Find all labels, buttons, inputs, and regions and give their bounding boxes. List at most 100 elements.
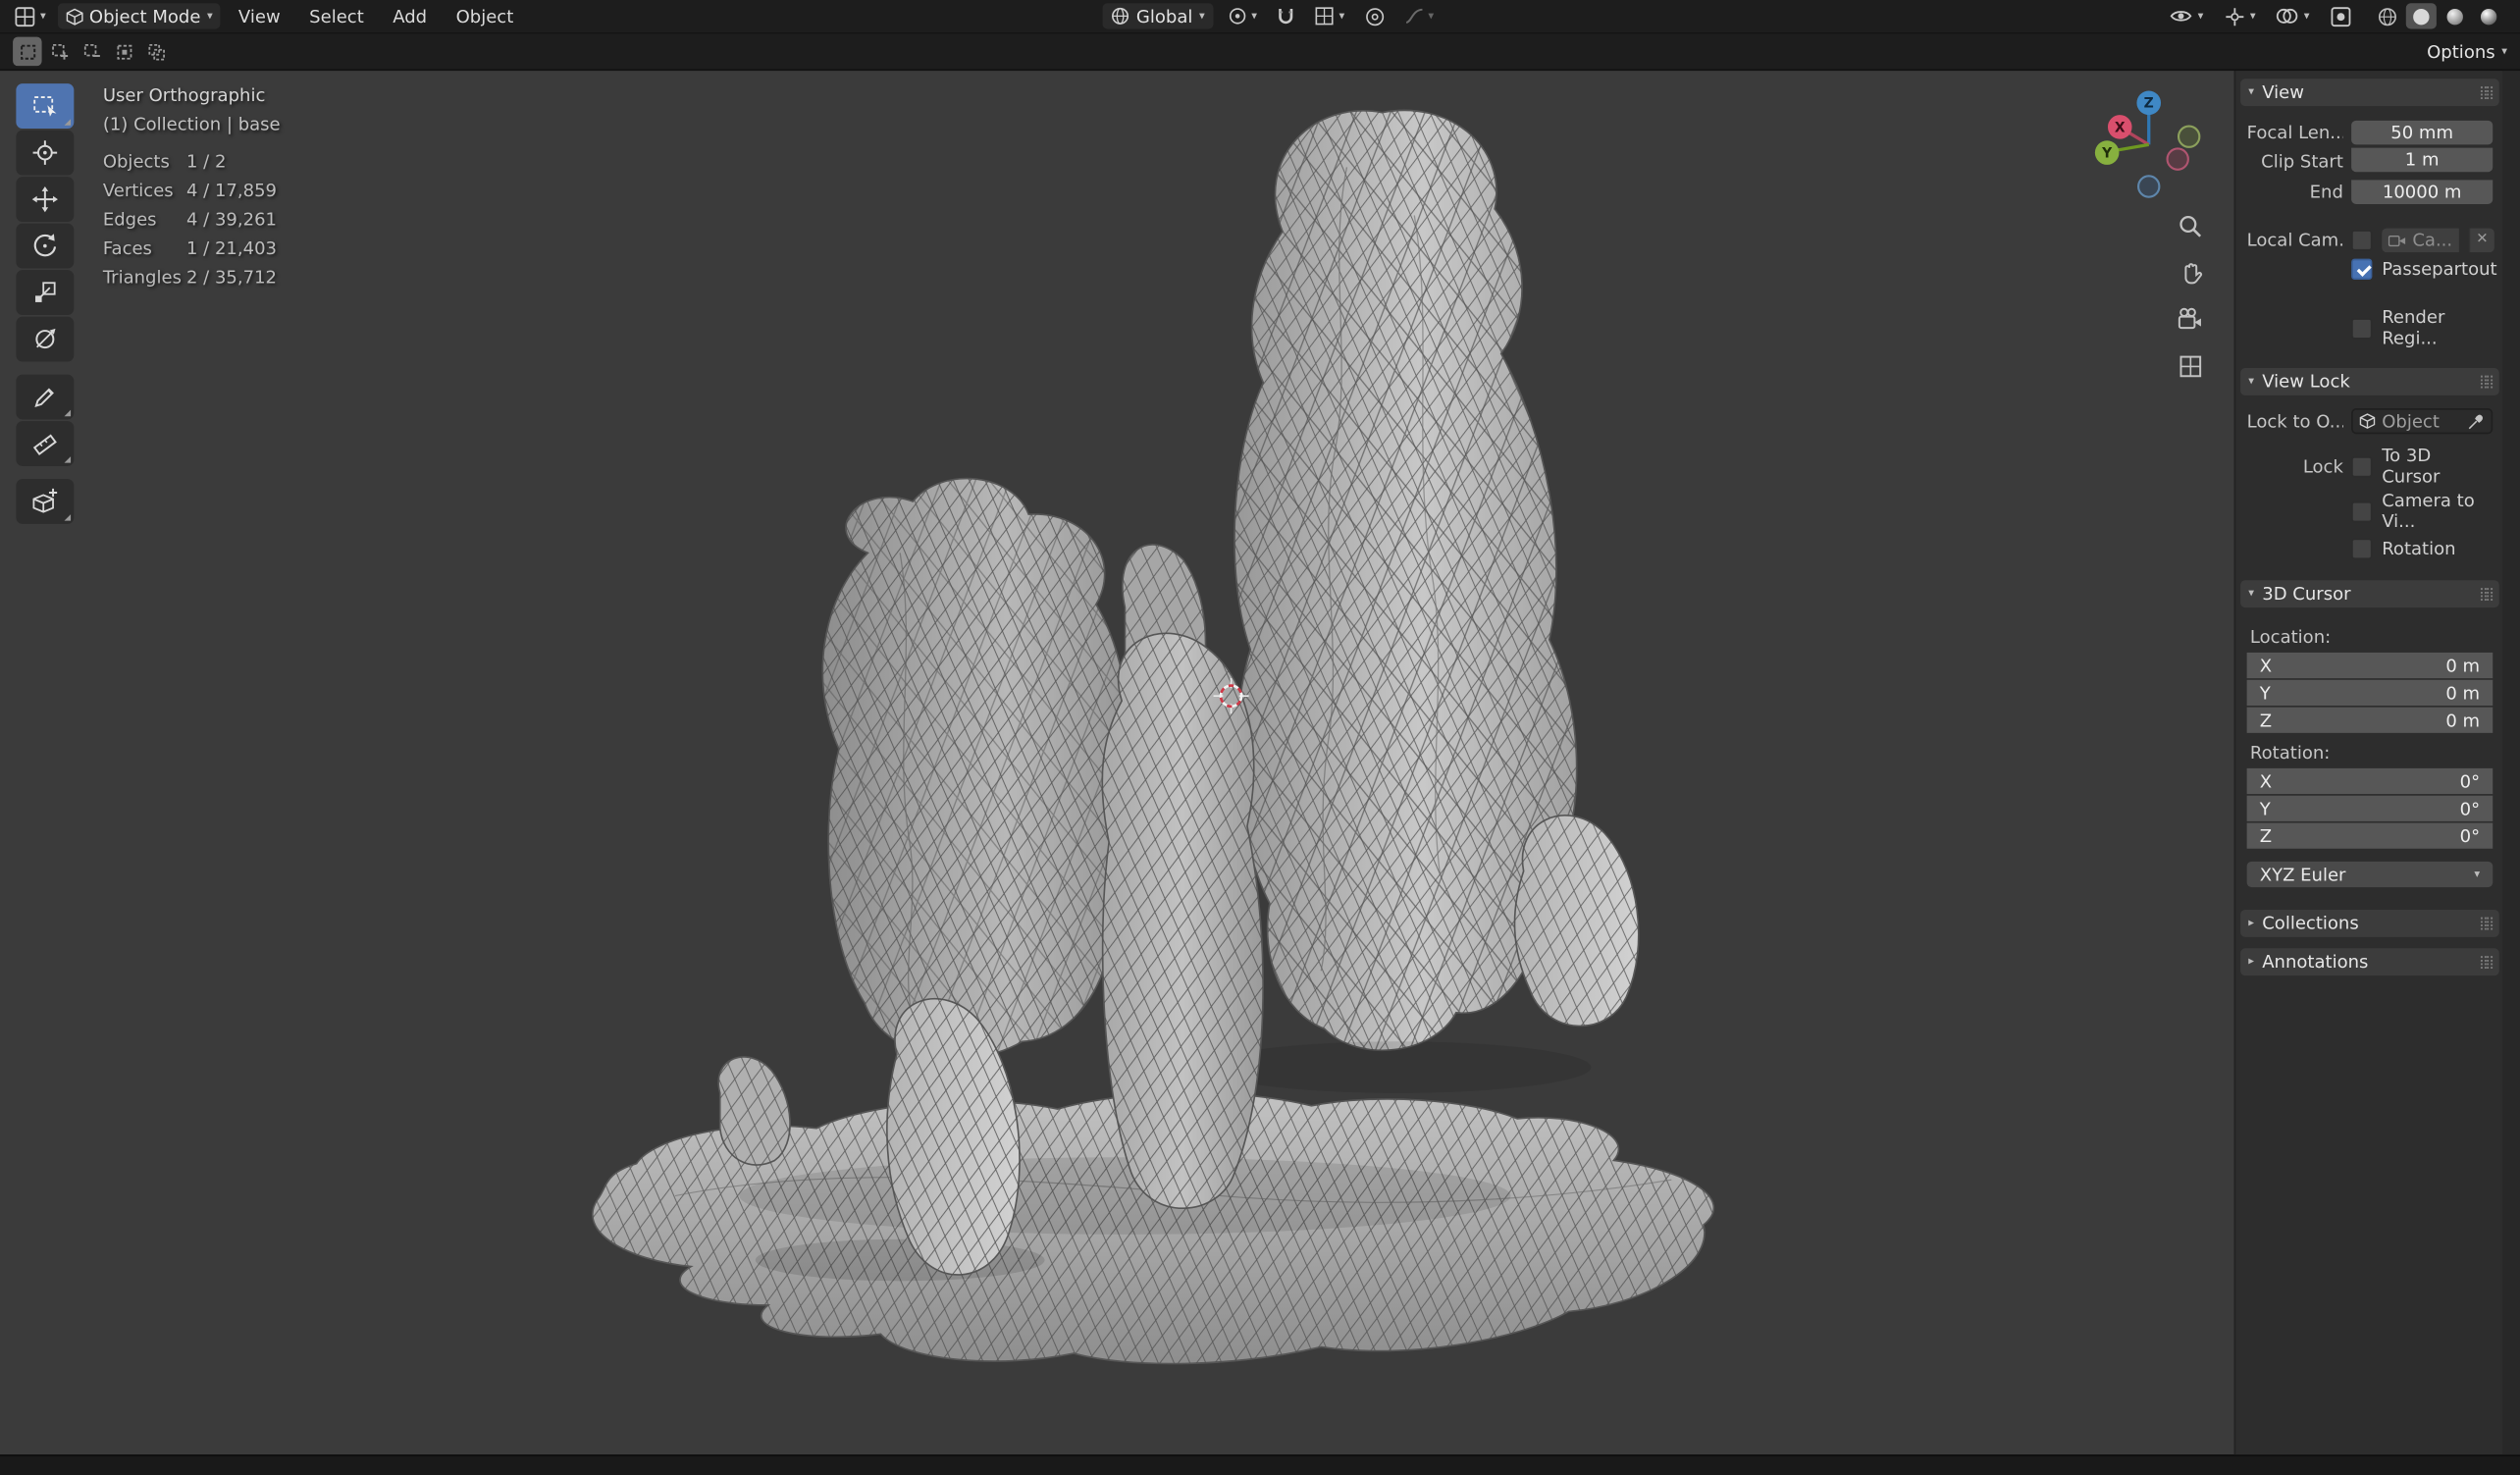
chevron-down-icon: ▾ bbox=[1428, 11, 1434, 22]
chevron-down-icon: ▾ bbox=[207, 11, 213, 22]
overlays-dropdown[interactable]: ▾ bbox=[2272, 3, 2314, 28]
axis-value: 0 m bbox=[2445, 655, 2480, 675]
axis-label: Z bbox=[2260, 825, 2272, 846]
tool-measure[interactable] bbox=[16, 421, 74, 466]
panel-grip-icon[interactable]: ⣿⣿ bbox=[2479, 85, 2492, 100]
axis-label: Y bbox=[2260, 798, 2271, 818]
cursor-rotation-y[interactable]: Y 0° bbox=[2247, 796, 2494, 821]
snap-dropdown[interactable]: ▾ bbox=[1310, 3, 1349, 28]
lock-to-object-label: Lock to O... bbox=[2247, 410, 2343, 431]
menu-add[interactable]: Add bbox=[382, 6, 439, 26]
shading-rendered-button[interactable] bbox=[2474, 3, 2504, 28]
euler-mode-dropdown[interactable]: XYZ Euler ▾ bbox=[2247, 862, 2494, 887]
magnet-icon bbox=[1277, 6, 1296, 26]
tool-annotate[interactable] bbox=[16, 375, 74, 420]
lock-3d-cursor-checkbox[interactable] bbox=[2351, 455, 2372, 476]
local-camera-checkbox[interactable] bbox=[2351, 229, 2372, 249]
shading-material-button[interactable] bbox=[2440, 3, 2470, 28]
ortho-toggle-button[interactable] bbox=[2173, 348, 2206, 382]
scene-statistics: Objects1 / 2 Vertices4 / 17,859 Edges4 /… bbox=[103, 151, 281, 288]
tool-scale[interactable] bbox=[16, 270, 74, 315]
select-mode-intersect[interactable] bbox=[141, 37, 170, 66]
axis-neg-z[interactable] bbox=[2138, 176, 2159, 196]
clear-camera-button[interactable]: ✕ bbox=[2469, 228, 2494, 252]
axis-x-label: X bbox=[2115, 120, 2126, 135]
sidebar-n-panel: ▾ View ⣿⣿ Focal Len... 50 mm Clip Start … bbox=[2234, 71, 2520, 1454]
passepartout-checkbox[interactable] bbox=[2351, 258, 2372, 279]
clip-start-field[interactable]: 1 m bbox=[2351, 148, 2493, 173]
panel-grip-icon[interactable]: ⣿⣿ bbox=[2479, 587, 2492, 602]
axis-neg-x[interactable] bbox=[2168, 148, 2188, 169]
3d-viewport[interactable]: User Orthographic (1) Collection | base … bbox=[0, 71, 2520, 1454]
camera-icon bbox=[2389, 233, 2406, 247]
options-dropdown[interactable]: Options ▾ bbox=[2427, 41, 2507, 62]
camera-to-view-checkbox[interactable] bbox=[2351, 500, 2372, 521]
menu-select[interactable]: Select bbox=[298, 6, 376, 26]
camera-view-button[interactable] bbox=[2173, 302, 2206, 336]
axis-neg-y[interactable] bbox=[2179, 127, 2199, 147]
axis-value: 0° bbox=[2460, 798, 2480, 818]
passepartout-label: Passepartout bbox=[2382, 258, 2496, 279]
eyedropper-icon[interactable] bbox=[2467, 412, 2485, 430]
tool-add-cube[interactable] bbox=[16, 479, 74, 524]
cursor-rotation-z[interactable]: Z 0° bbox=[2247, 823, 2494, 849]
clip-end-field[interactable]: 10000 m bbox=[2351, 180, 2493, 204]
object-types-dropdown[interactable]: ▾ bbox=[2166, 3, 2208, 28]
orientation-dropdown[interactable]: Global ▾ bbox=[1103, 3, 1213, 28]
panel-grip-icon[interactable]: ⣿⣿ bbox=[2479, 917, 2492, 931]
local-camera-field[interactable]: Ca... bbox=[2382, 228, 2458, 252]
panel-header-view-lock[interactable]: ▾ View Lock ⣿⣿ bbox=[2240, 368, 2499, 395]
xray-toggle[interactable] bbox=[2326, 3, 2356, 28]
tool-cursor[interactable] bbox=[16, 131, 74, 176]
cursor-location-y[interactable]: Y 0 m bbox=[2247, 680, 2494, 706]
panel-header-collections[interactable]: ▸ Collections ⣿⣿ bbox=[2240, 910, 2499, 937]
panel-header-3d-cursor[interactable]: ▾ 3D Cursor ⣿⣿ bbox=[2240, 580, 2499, 607]
panel-header-view[interactable]: ▾ View ⣿⣿ bbox=[2240, 79, 2499, 106]
lock-label: Lock bbox=[2247, 455, 2343, 476]
snap-toggle[interactable] bbox=[1272, 3, 1300, 28]
select-mode-invert[interactable] bbox=[109, 37, 137, 66]
falloff-dropdown[interactable]: ▾ bbox=[1399, 3, 1439, 28]
select-mode-subtract[interactable] bbox=[78, 37, 106, 66]
chevron-down-icon: ▾ bbox=[2501, 46, 2507, 57]
sidebar-scrollbar[interactable] bbox=[2502, 71, 2520, 1454]
select-mode-extend[interactable] bbox=[45, 37, 74, 66]
proportional-toggle[interactable] bbox=[1359, 3, 1390, 28]
model-mesh[interactable] bbox=[0, 71, 2520, 1454]
pan-button[interactable] bbox=[2173, 255, 2206, 289]
panel-grip-icon[interactable]: ⣿⣿ bbox=[2479, 955, 2492, 970]
focal-length-field[interactable]: 50 mm bbox=[2351, 120, 2493, 144]
cursor-location-x[interactable]: X 0 m bbox=[2247, 653, 2494, 678]
context-breadcrumb: (1) Collection | base bbox=[103, 114, 281, 134]
chevron-down-icon: ▾ bbox=[1199, 11, 1205, 22]
gizmos-dropdown[interactable]: ▾ bbox=[2220, 3, 2261, 28]
proportional-editing-icon bbox=[1364, 6, 1385, 26]
tool-move[interactable] bbox=[16, 177, 74, 222]
chevron-right-icon: ▸ bbox=[2248, 956, 2254, 967]
panel-header-annotations[interactable]: ▸ Annotations ⣿⣿ bbox=[2240, 948, 2499, 975]
tool-rotate[interactable] bbox=[16, 224, 74, 269]
render-region-checkbox[interactable] bbox=[2351, 317, 2372, 338]
viewport-header: ▾ Object Mode ▾ View Select Add Object G… bbox=[0, 0, 2520, 32]
lock-to-object-field[interactable]: Object bbox=[2351, 408, 2493, 434]
local-camera-label: Local Cam... bbox=[2247, 229, 2343, 249]
select-mode-new[interactable] bbox=[13, 37, 41, 66]
shading-solid-button[interactable] bbox=[2406, 3, 2437, 28]
tool-select-box[interactable] bbox=[16, 83, 74, 129]
shading-wireframe-button[interactable] bbox=[2372, 3, 2402, 28]
menu-view[interactable]: View bbox=[227, 6, 291, 26]
cursor-rotation-x[interactable]: X 0° bbox=[2247, 768, 2494, 794]
view-name: User Orthographic bbox=[103, 85, 281, 106]
pivot-dropdown[interactable]: ▾ bbox=[1223, 3, 1262, 28]
mode-dropdown[interactable]: Object Mode ▾ bbox=[57, 3, 221, 28]
editor-type-button[interactable]: ▾ bbox=[10, 3, 51, 28]
nav-gizmo[interactable]: Z X Y bbox=[2091, 86, 2207, 202]
lock-rotation-checkbox[interactable] bbox=[2351, 538, 2372, 558]
tool-transform[interactable] bbox=[16, 317, 74, 362]
cursor-location-z[interactable]: Z 0 m bbox=[2247, 708, 2494, 733]
axis-label: X bbox=[2260, 770, 2272, 791]
axis-z-label: Z bbox=[2144, 96, 2154, 112]
zoom-button[interactable] bbox=[2173, 209, 2206, 242]
panel-grip-icon[interactable]: ⣿⣿ bbox=[2479, 375, 2492, 390]
menu-object[interactable]: Object bbox=[445, 6, 525, 26]
